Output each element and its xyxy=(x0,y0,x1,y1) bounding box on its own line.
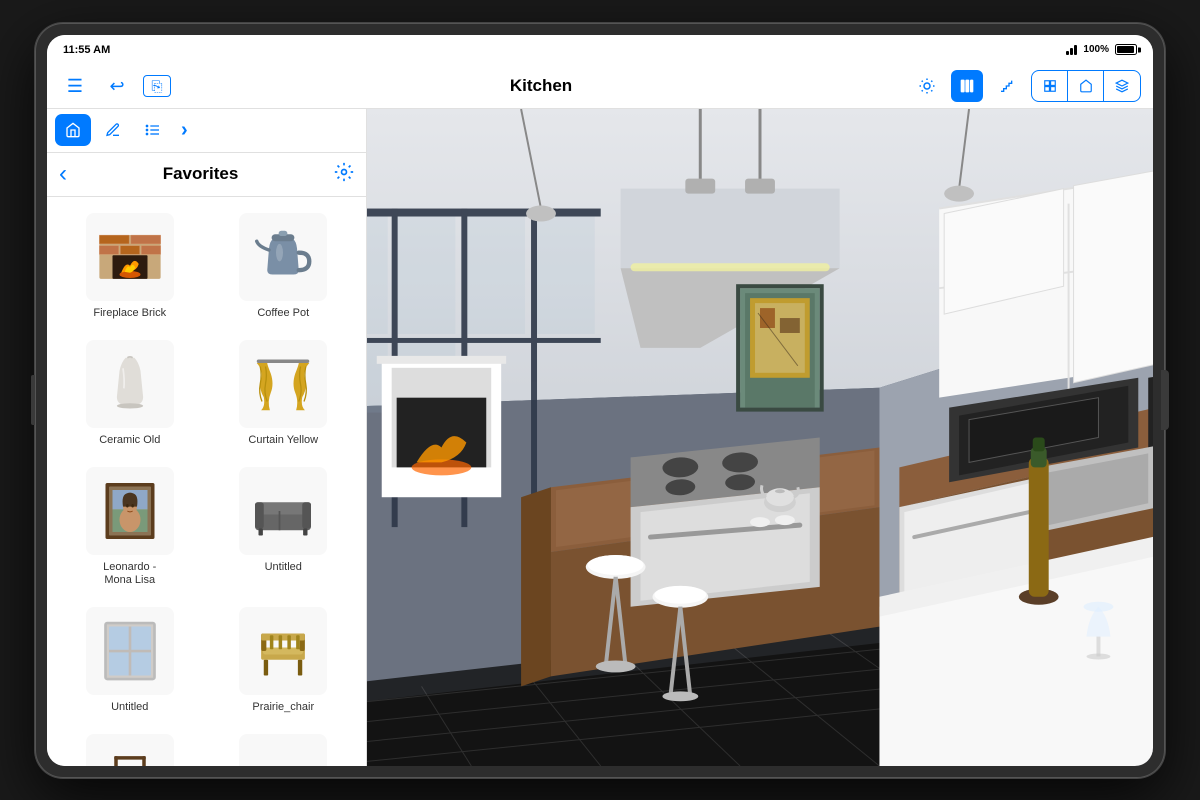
item-label: Curtain Yellow xyxy=(248,434,318,447)
library-button[interactable] xyxy=(951,70,983,102)
panel-tabs: › xyxy=(47,109,366,153)
ipad-screen: 11:55 AM 100% ☰ ↩ ⎘ Kitchen xyxy=(47,35,1153,766)
item-label: Prairie_chair xyxy=(252,701,314,714)
item-label: Untitled xyxy=(111,701,148,714)
item-thumbnail xyxy=(86,607,174,695)
view-toggle-group xyxy=(1031,70,1141,102)
wifi-icon xyxy=(1066,45,1077,55)
list-item[interactable]: Chair_002 xyxy=(55,726,205,765)
item-thumbnail xyxy=(86,340,174,428)
left-panel: › ‹ Favorites xyxy=(47,109,367,766)
favorites-title: Favorites xyxy=(75,164,326,184)
list-item[interactable]: Untitled xyxy=(209,459,359,595)
list-item[interactable]: Fireplace Brick xyxy=(55,205,205,328)
toolbar: ☰ ↩ ⎘ Kitchen xyxy=(47,65,1153,109)
list-item[interactable]: Sofa3x_amazing xyxy=(209,726,359,765)
item-thumbnail xyxy=(239,340,327,428)
back-button[interactable]: ‹ xyxy=(59,160,67,188)
3d-view[interactable] xyxy=(367,109,1153,766)
item-thumbnail xyxy=(239,467,327,555)
kitchen-scene-svg xyxy=(367,109,1153,766)
toolbar-title: Kitchen xyxy=(179,76,903,96)
panel-more-button[interactable]: › xyxy=(175,115,194,146)
view-3d-button[interactable] xyxy=(1104,71,1140,101)
view-house-button[interactable] xyxy=(1068,71,1104,101)
staircase-button[interactable] xyxy=(991,70,1023,102)
list-item[interactable]: Untitled xyxy=(55,599,205,722)
view-2d-button[interactable] xyxy=(1032,71,1068,101)
main-content: › ‹ Favorites xyxy=(47,109,1153,766)
item-label: Untitled xyxy=(265,561,302,574)
ipad-frame: 11:55 AM 100% ☰ ↩ ⎘ Kitchen xyxy=(35,23,1165,778)
list-item[interactable]: Prairie_chair xyxy=(209,599,359,722)
item-thumbnail xyxy=(86,213,174,301)
item-label: Ceramic Old xyxy=(99,434,160,447)
item-thumbnail xyxy=(239,734,327,765)
undo-button[interactable]: ↩ xyxy=(101,70,133,102)
item-thumbnail xyxy=(239,607,327,695)
list-item[interactable]: Ceramic Old xyxy=(55,332,205,455)
item-thumbnail xyxy=(86,467,174,555)
status-bar: 11:55 AM 100% xyxy=(47,35,1153,65)
list-item[interactable]: Curtain Yellow xyxy=(209,332,359,455)
save-button[interactable]: ⎘ xyxy=(143,75,171,97)
menu-button[interactable]: ☰ xyxy=(59,70,91,102)
item-thumbnail xyxy=(239,213,327,301)
item-thumbnail xyxy=(86,734,174,765)
favorites-settings-button[interactable] xyxy=(334,162,354,187)
battery-icon xyxy=(1115,44,1137,55)
home-button[interactable] xyxy=(1161,370,1169,430)
status-time: 11:55 AM xyxy=(63,44,110,56)
bulb-button[interactable] xyxy=(911,70,943,102)
tab-list[interactable] xyxy=(135,114,171,146)
item-label: Leonardo - Mona Lisa xyxy=(103,561,156,587)
item-label: Fireplace Brick xyxy=(93,307,166,320)
favorites-header: ‹ Favorites xyxy=(47,153,366,197)
item-label: Coffee Pot xyxy=(257,307,309,320)
list-item[interactable]: Leonardo - Mona Lisa xyxy=(55,459,205,595)
items-grid: Fireplace Brick xyxy=(47,197,366,766)
list-item[interactable]: Coffee Pot xyxy=(209,205,359,328)
tab-pencil[interactable] xyxy=(95,114,131,146)
tab-house[interactable] xyxy=(55,114,91,146)
battery-percent: 100% xyxy=(1083,44,1109,55)
side-button xyxy=(31,375,35,425)
